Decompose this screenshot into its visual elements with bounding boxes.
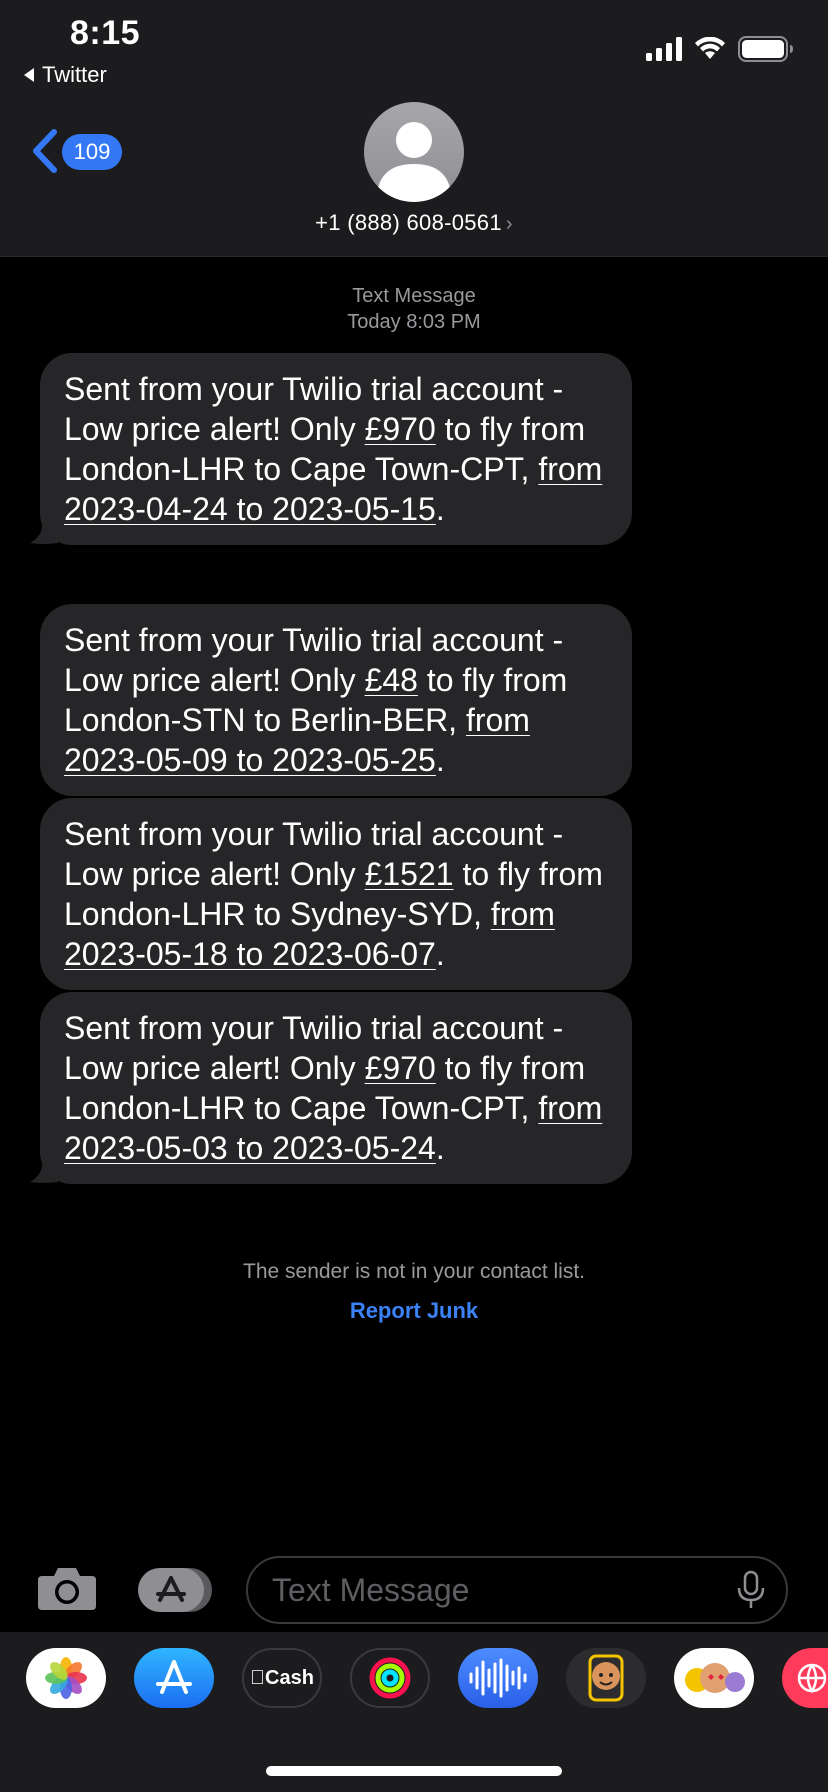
price-link[interactable]: £48 (365, 662, 418, 698)
back-triangle-icon (24, 68, 34, 82)
home-indicator[interactable] (266, 1766, 562, 1776)
photos-flower-icon (45, 1657, 87, 1699)
contact-number: +1 (888) 608-0561 (315, 210, 502, 235)
message-meta: Text Message Today 8:03 PM (0, 283, 828, 335)
bubble-tail (30, 521, 58, 544)
animoji-icon[interactable] (674, 1648, 754, 1708)
battery-icon (738, 36, 793, 62)
unread-count-badge[interactable]: 109 (62, 134, 122, 170)
person-silhouette-icon (378, 122, 450, 202)
activity-rings-icon (369, 1657, 411, 1699)
back-to-app-link[interactable]: Twitter (24, 62, 107, 88)
animoji-faces-icon (685, 1663, 745, 1693)
bubble-tail (30, 1160, 58, 1183)
message-timestamp: Today 8:03 PM (347, 311, 481, 333)
microphone-icon[interactable] (736, 1570, 766, 1610)
cellular-signal-icon (646, 37, 682, 61)
status-time: 8:15 (70, 14, 141, 52)
apple-cash-label: Cash (250, 1666, 314, 1689)
contact-avatar[interactable] (364, 102, 464, 202)
voice-memo-icon[interactable] (458, 1648, 538, 1708)
message-type: Text Message (352, 285, 476, 307)
report-junk-link[interactable]: Report Junk (0, 1298, 828, 1324)
photos-icon[interactable] (26, 1648, 106, 1708)
status-icons (646, 36, 794, 62)
price-link[interactable]: £970 (365, 1050, 436, 1086)
app-store-icon[interactable] (134, 1648, 214, 1708)
contact-name[interactable]: +1 (888) 608-0561 › (0, 210, 828, 236)
app-store-glyph-icon (156, 1660, 192, 1694)
app-store-drawer-icon[interactable] (138, 1566, 214, 1614)
contact-chevron-icon: › (505, 213, 513, 235)
memoji-face-icon (588, 1654, 624, 1702)
message-bubble[interactable]: Sent from your Twilio trial account - Lo… (30, 353, 632, 545)
wifi-icon (695, 37, 725, 59)
message-input-placeholder: Text Message (272, 1572, 470, 1608)
back-app-label: Twitter (42, 62, 107, 87)
message-bubble[interactable]: Sent from your Twilio trial account - Lo… (30, 992, 632, 1184)
price-link[interactable]: £1521 (365, 856, 454, 892)
waveform-icon (469, 1658, 527, 1698)
price-link[interactable]: £970 (365, 411, 436, 447)
unknown-sender-notice: The sender is not in your contact list. (243, 1260, 585, 1283)
camera-icon[interactable] (36, 1564, 98, 1612)
globe-icon (797, 1663, 827, 1694)
activity-icon[interactable] (350, 1648, 430, 1708)
message-bubble[interactable]: Sent from your Twilio trial account - Lo… (40, 604, 632, 796)
apple-cash-icon[interactable]: Cash (242, 1648, 322, 1708)
memoji-icon[interactable] (566, 1648, 646, 1708)
message-bubble[interactable]: Sent from your Twilio trial account - Lo… (40, 798, 632, 990)
